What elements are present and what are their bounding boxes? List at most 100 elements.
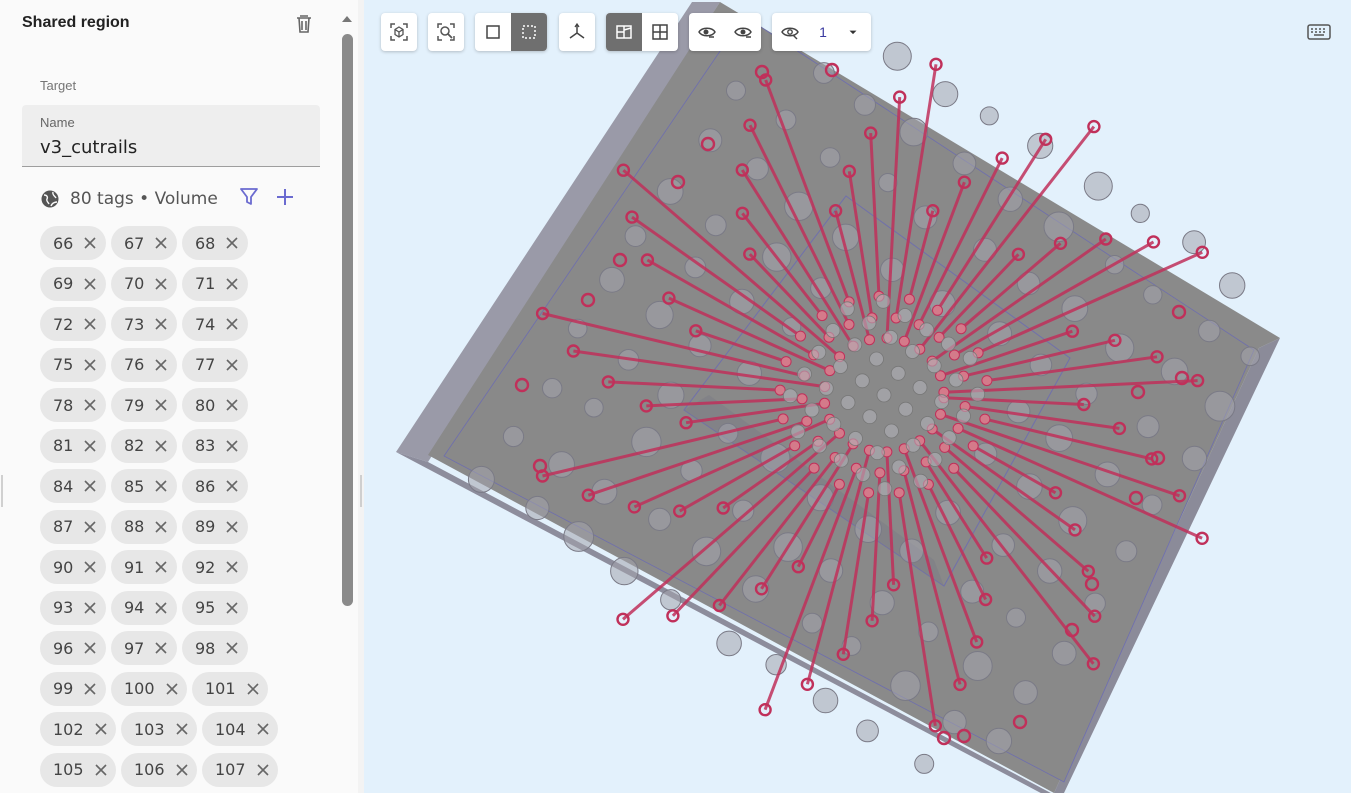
close-icon[interactable] [150, 516, 172, 538]
close-icon[interactable] [161, 678, 183, 700]
tag-chip[interactable]: 73 [111, 307, 177, 341]
tag-chip[interactable]: 78 [40, 388, 106, 422]
close-icon[interactable] [79, 354, 101, 376]
close-icon[interactable] [79, 678, 101, 700]
close-icon[interactable] [150, 475, 172, 497]
axes-button[interactable] [559, 13, 595, 51]
close-icon[interactable] [79, 516, 101, 538]
tag-chip[interactable]: 82 [111, 428, 177, 463]
tag-chip[interactable]: 66 [40, 226, 106, 260]
tag-chip[interactable]: 77 [182, 347, 248, 382]
tag-chip[interactable]: 91 [111, 550, 177, 584]
close-icon[interactable] [221, 475, 243, 497]
hide-button[interactable] [725, 13, 761, 51]
tag-chip[interactable]: 95 [182, 590, 248, 625]
add-tag-button[interactable] [274, 186, 296, 208]
tag-chip[interactable]: 75 [40, 347, 106, 382]
select-box-dashed-button[interactable] [511, 13, 547, 51]
close-icon[interactable] [90, 718, 112, 740]
tag-chip[interactable]: 96 [40, 631, 106, 665]
tag-chip[interactable]: 76 [111, 347, 177, 382]
view-3d-button[interactable] [606, 13, 642, 51]
view-grid-button[interactable] [642, 13, 678, 51]
tag-chip[interactable]: 71 [182, 266, 248, 301]
delete-button[interactable] [292, 12, 316, 36]
close-icon[interactable] [150, 637, 172, 659]
close-icon[interactable] [150, 597, 172, 619]
tag-chip[interactable]: 83 [182, 428, 248, 463]
visibility-dropdown-button[interactable] [838, 13, 868, 51]
tag-chip[interactable]: 81 [40, 428, 106, 463]
panel-scrollbar[interactable] [342, 34, 353, 606]
tag-chip[interactable]: 101 [192, 671, 268, 706]
close-icon[interactable] [150, 394, 172, 416]
close-icon[interactable] [79, 394, 101, 416]
close-icon[interactable] [252, 759, 274, 781]
left-edge-handle[interactable] [1, 475, 3, 507]
select-box-button[interactable] [475, 13, 511, 51]
close-icon[interactable] [221, 516, 243, 538]
close-icon[interactable] [150, 435, 172, 457]
close-icon[interactable] [150, 556, 172, 578]
close-icon[interactable] [79, 232, 101, 254]
tag-chip[interactable]: 84 [40, 469, 106, 503]
tag-chip[interactable]: 70 [111, 266, 177, 301]
close-icon[interactable] [150, 232, 172, 254]
tag-chip[interactable]: 107 [202, 752, 278, 787]
tag-chip[interactable]: 85 [111, 469, 177, 503]
tag-chip[interactable]: 92 [182, 550, 248, 584]
tag-chip[interactable]: 106 [121, 752, 197, 787]
tag-chip[interactable]: 87 [40, 509, 106, 544]
tag-chip[interactable]: 100 [111, 671, 187, 706]
tag-chip[interactable]: 90 [40, 550, 106, 584]
close-icon[interactable] [221, 435, 243, 457]
tag-chip[interactable]: 104 [202, 712, 278, 746]
tag-chip[interactable]: 103 [121, 712, 197, 746]
close-icon[interactable] [79, 435, 101, 457]
close-icon[interactable] [221, 556, 243, 578]
filter-button[interactable] [238, 186, 260, 208]
tag-chip[interactable]: 89 [182, 509, 248, 544]
close-icon[interactable] [221, 637, 243, 659]
tag-chip[interactable]: 80 [182, 388, 248, 422]
close-icon[interactable] [79, 475, 101, 497]
selection-count[interactable]: 1 [808, 13, 838, 51]
tag-chip[interactable]: 105 [40, 752, 116, 787]
close-icon[interactable] [90, 759, 112, 781]
tag-chip[interactable]: 99 [40, 671, 106, 706]
close-icon[interactable] [171, 718, 193, 740]
close-icon[interactable] [150, 313, 172, 335]
model-scene[interactable] [364, 0, 1351, 793]
tag-chip[interactable]: 102 [40, 712, 116, 746]
splitter-grip[interactable] [360, 475, 362, 507]
show-button[interactable] [689, 13, 725, 51]
tag-chip[interactable]: 98 [182, 631, 248, 665]
zoom-extents-button[interactable] [428, 13, 464, 51]
keyboard-shortcuts-button[interactable] [1306, 20, 1332, 44]
close-icon[interactable] [150, 354, 172, 376]
close-icon[interactable] [252, 718, 274, 740]
tag-chip[interactable]: 86 [182, 469, 248, 503]
close-icon[interactable] [150, 273, 172, 295]
scroll-up-arrow[interactable] [340, 12, 354, 26]
zoom-selection-button[interactable] [381, 13, 417, 51]
name-value[interactable]: v3_cutrails [40, 137, 137, 158]
close-icon[interactable] [79, 273, 101, 295]
close-icon[interactable] [242, 678, 264, 700]
tag-chip[interactable]: 72 [40, 307, 106, 341]
close-icon[interactable] [79, 556, 101, 578]
close-icon[interactable] [221, 273, 243, 295]
close-icon[interactable] [79, 597, 101, 619]
close-icon[interactable] [79, 637, 101, 659]
tag-chip[interactable]: 93 [40, 590, 106, 625]
tag-chip[interactable]: 67 [111, 226, 177, 260]
close-icon[interactable] [221, 597, 243, 619]
tag-chip[interactable]: 79 [111, 388, 177, 422]
close-icon[interactable] [79, 313, 101, 335]
tag-chip[interactable]: 69 [40, 266, 106, 301]
tag-chip[interactable]: 74 [182, 307, 248, 341]
name-field[interactable]: Name v3_cutrails [22, 105, 320, 167]
close-icon[interactable] [171, 759, 193, 781]
3d-viewport[interactable]: 1 [364, 0, 1351, 793]
tag-chip[interactable]: 97 [111, 631, 177, 665]
